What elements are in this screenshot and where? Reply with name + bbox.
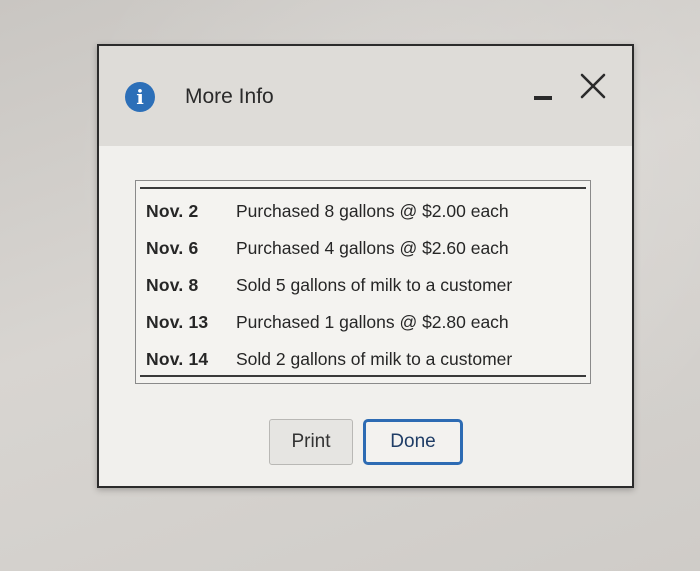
transaction-date: Nov. 8 [146,275,199,295]
table-row: Nov. 2 Purchased 8 gallons @ $2.00 each [146,193,512,230]
dialog-titlebar: i More Info [99,46,632,146]
close-button[interactable] [577,70,609,102]
transaction-description: Purchased 1 gallons @ $2.80 each [236,312,509,332]
table-top-rule [140,187,586,189]
minimize-button[interactable] [531,82,557,108]
transaction-description: Sold 5 gallons of milk to a customer [236,275,513,295]
transaction-description: Purchased 8 gallons @ $2.00 each [236,201,509,221]
transactions-table: Nov. 2 Purchased 8 gallons @ $2.00 each … [146,193,512,378]
transaction-date: Nov. 13 [146,312,209,332]
transactions-table-box: Nov. 2 Purchased 8 gallons @ $2.00 each … [135,180,591,384]
transaction-date: Nov. 6 [146,238,199,258]
minimize-icon [534,96,552,100]
transaction-description: Sold 2 gallons of milk to a customer [236,349,513,369]
dialog-content: Nov. 2 Purchased 8 gallons @ $2.00 each … [99,146,632,486]
table-row: Nov. 14 Sold 2 gallons of milk to a cust… [146,341,512,378]
table-bottom-rule [140,375,586,377]
done-button[interactable]: Done [363,419,463,465]
table-row: Nov. 8 Sold 5 gallons of milk to a custo… [146,267,512,304]
print-button[interactable]: Print [269,419,353,465]
transaction-description: Purchased 4 gallons @ $2.60 each [236,238,509,258]
table-row: Nov. 13 Purchased 1 gallons @ $2.80 each [146,304,512,341]
more-info-dialog: i More Info Nov. 2 Purchased 8 gallons @… [97,44,634,488]
transaction-date: Nov. 2 [146,201,199,221]
info-icon: i [125,82,155,112]
transaction-date: Nov. 14 [146,349,209,369]
table-row: Nov. 6 Purchased 4 gallons @ $2.60 each [146,230,512,267]
close-icon [580,73,606,99]
dialog-title: More Info [185,85,274,108]
